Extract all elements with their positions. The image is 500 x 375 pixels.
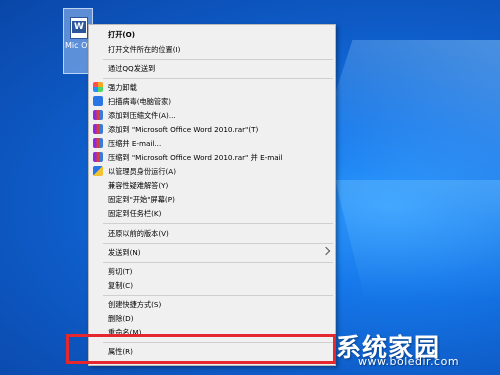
menu-item-run-as-admin[interactable]: 以管理员身份运行(A) [89, 164, 335, 179]
clover-icon [93, 82, 103, 92]
menu-item-add-rar[interactable]: 添加到 "Microsoft Office Word 2010.rar"(T) [89, 122, 335, 137]
shield-icon [93, 96, 103, 106]
menu-separator [103, 223, 333, 224]
menu-item-open[interactable]: 打开(O) [89, 27, 335, 42]
menu-item-copy[interactable]: 复制(C) [89, 278, 335, 293]
watermark-url: www.boledir.com [358, 355, 460, 368]
wallpaper-light-beam-lower [335, 180, 500, 300]
menu-separator [103, 295, 333, 296]
menu-item-force-uninstall[interactable]: 强力卸载 [89, 80, 335, 95]
uac-shield-icon [93, 166, 103, 176]
properties-highlight-box [66, 334, 336, 364]
winrar-icon [93, 152, 103, 162]
menu-item-scan-virus[interactable]: 扫描病毒(电脑管家) [89, 94, 335, 109]
winrar-icon [93, 110, 103, 120]
menu-item-restore-versions[interactable]: 还原以前的版本(V) [89, 226, 335, 241]
menu-item-compress-rar-email[interactable]: 压缩到 "Microsoft Office Word 2010.rar" 并 E… [89, 150, 335, 165]
word-doc-icon [70, 17, 88, 39]
menu-item-pin-start[interactable]: 固定到"开始"屏幕(P) [89, 192, 335, 207]
context-menu: 打开(O) 打开文件所在的位置(I) 通过QQ发送到 强力卸载 扫描病毒(电脑管… [88, 24, 336, 366]
chevron-right-icon [321, 246, 331, 256]
menu-item-compress-email[interactable]: 压缩并 E-mail... [89, 136, 335, 151]
menu-item-send-to[interactable]: 发送到(N) [89, 245, 335, 260]
menu-item-cut[interactable]: 剪切(T) [89, 264, 335, 279]
menu-item-add-archive[interactable]: 添加到压缩文件(A)... [89, 108, 335, 123]
menu-item-send-qq[interactable]: 通过QQ发送到 [89, 61, 335, 76]
menu-item-open-location[interactable]: 打开文件所在的位置(I) [89, 42, 335, 57]
winrar-icon [93, 138, 103, 148]
menu-item-create-shortcut[interactable]: 创建快捷方式(S) [89, 297, 335, 312]
menu-item-delete[interactable]: 删除(D) [89, 311, 335, 326]
winrar-icon [93, 124, 103, 134]
menu-separator [103, 262, 333, 263]
menu-separator [103, 59, 333, 60]
menu-separator [103, 243, 333, 244]
menu-separator [103, 78, 333, 79]
menu-item-troubleshoot[interactable]: 兼容性疑难解答(Y) [89, 178, 335, 193]
menu-item-pin-taskbar[interactable]: 固定到任务栏(K) [89, 206, 335, 221]
